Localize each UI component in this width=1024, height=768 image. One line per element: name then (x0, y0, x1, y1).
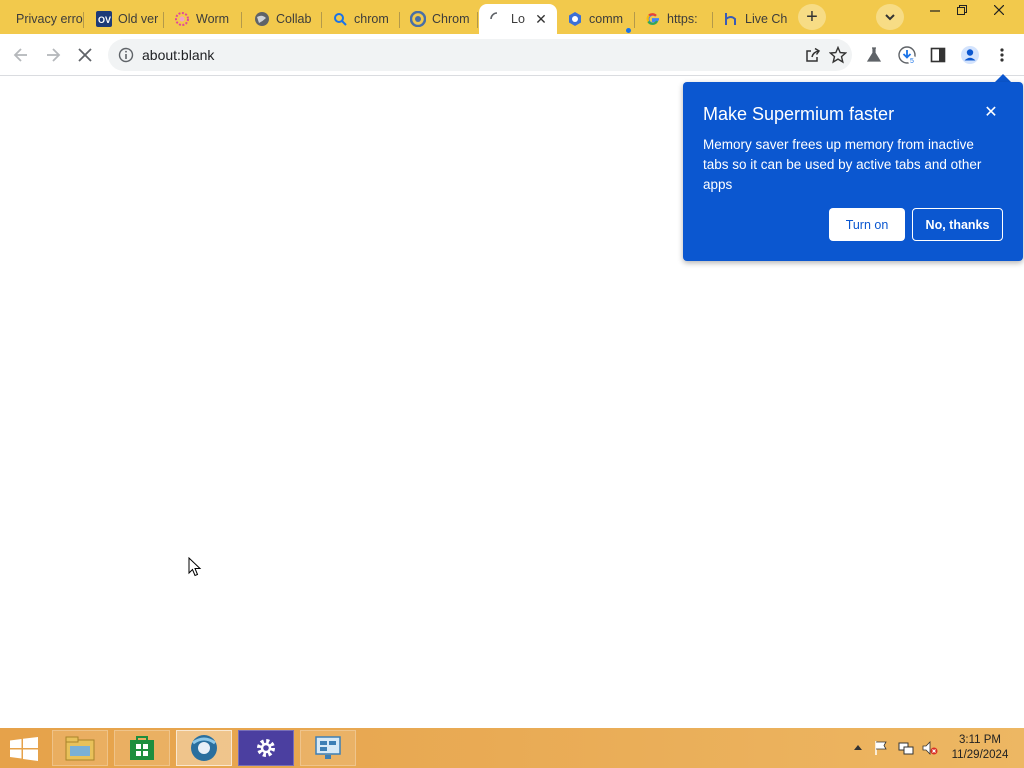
tab-title: Worm (196, 12, 230, 26)
labs-flask-icon[interactable] (864, 45, 884, 65)
tab-search-button[interactable] (876, 4, 904, 30)
clock-time: 3:11 PM (959, 734, 1001, 746)
clock-date: 11/29/2024 (951, 749, 1009, 761)
tab-chrom-search[interactable]: chrom (322, 4, 400, 34)
action-center-flag-icon[interactable] (873, 740, 889, 756)
minimize-icon (930, 10, 940, 12)
windows-taskbar: 3:11 PM 11/29/2024 (0, 728, 1024, 768)
stop-loading-button[interactable] (72, 42, 98, 68)
tab-old-version[interactable]: OV Old ver (86, 4, 164, 34)
tab-loading-active[interactable]: Lo ✕ (479, 4, 557, 34)
tab-chromium[interactable]: Chrom (400, 4, 478, 34)
tab-comm[interactable]: comm (557, 4, 635, 34)
flower-icon (174, 11, 190, 27)
tab-title: comm (589, 12, 624, 26)
turn-on-button[interactable]: Turn on (829, 208, 905, 241)
windows-start-icon[interactable] (10, 737, 38, 761)
no-thanks-button[interactable]: No, thanks (912, 208, 1003, 241)
taskbar-remote-desktop[interactable] (300, 730, 356, 766)
ov-icon: OV (96, 11, 112, 27)
profile-avatar-icon[interactable] (960, 45, 980, 65)
menu-kebab-icon[interactable] (992, 45, 1012, 65)
svg-text:5: 5 (910, 58, 914, 65)
back-button[interactable] (8, 42, 34, 68)
tab-title: chrom (354, 12, 389, 26)
side-panel-icon[interactable] (928, 45, 948, 65)
tab-separator (83, 12, 84, 28)
tab-title: Live Ch (745, 12, 788, 26)
popup-arrow (995, 74, 1011, 82)
share-icon[interactable] (804, 46, 822, 64)
globe-icon (254, 11, 270, 27)
tab-title: Old ver (118, 12, 159, 26)
back-arrow-icon (13, 48, 27, 62)
mouse-cursor-icon (188, 557, 202, 577)
volume-muted-icon[interactable] (922, 740, 938, 756)
taskbar-settings[interactable] (238, 730, 294, 766)
tab-close-icon[interactable]: ✕ (533, 11, 549, 27)
url-text[interactable]: about:blank (142, 47, 214, 63)
h-icon (723, 11, 739, 27)
taskbar-file-explorer[interactable] (52, 730, 108, 766)
bookmark-star-icon[interactable] (829, 46, 847, 64)
chromium-icon (410, 11, 426, 27)
restore-button[interactable] (945, 0, 979, 20)
tab-title: Lo (511, 12, 525, 26)
stop-icon (78, 48, 92, 62)
info-icon[interactable] (118, 47, 134, 63)
popup-description: Memory saver frees up memory from inacti… (703, 137, 982, 192)
memory-saver-popup: Make Supermium faster ✕ Memory saver fre… (683, 82, 1023, 261)
tab-title: Chrom (432, 12, 470, 26)
forward-arrow-icon (47, 48, 61, 62)
show-hidden-icons-chevron-icon[interactable] (850, 740, 866, 756)
tab-strip: Privacy erro OV Old ver Worm Collab chro… (0, 0, 1024, 34)
tab-worm[interactable]: Worm (164, 4, 242, 34)
tab-collab[interactable]: Collab (244, 4, 322, 34)
close-window-button[interactable] (982, 0, 1016, 20)
popup-title: Make Supermium faster (703, 104, 895, 124)
close-icon (994, 5, 1004, 15)
download-icon[interactable]: 5 (897, 45, 917, 65)
remote-desktop-icon (315, 736, 341, 759)
tab-title: Collab (276, 12, 312, 26)
forward-button[interactable] (40, 42, 66, 68)
google-icon (645, 11, 661, 27)
taskbar-supermium[interactable] (176, 730, 232, 766)
network-icon[interactable] (898, 740, 914, 756)
tab-title: Privacy erro (16, 12, 83, 26)
tab-separator (477, 12, 478, 28)
search-icon (332, 11, 348, 27)
svg-text:OV: OV (98, 15, 111, 25)
gear-icon (257, 739, 275, 757)
tab-privacy-error[interactable]: Privacy erro (6, 4, 84, 34)
taskbar-clock[interactable]: 3:11 PM 11/29/2024 (946, 733, 1014, 763)
tab-separator (241, 12, 242, 28)
new-tab-button[interactable]: + (798, 4, 826, 30)
tab-https[interactable]: https: (635, 4, 713, 34)
loading-icon (489, 11, 505, 27)
folder-icon (65, 736, 95, 761)
chevron-down-icon (885, 14, 895, 21)
tab-attention-dot (626, 28, 631, 33)
restore-icon (957, 5, 967, 15)
store-icon (130, 736, 154, 760)
chrome-dev-icon (567, 11, 583, 27)
taskbar-store[interactable] (114, 730, 170, 766)
plus-icon: + (806, 5, 818, 28)
tab-live-chat[interactable]: Live Ch (713, 4, 791, 34)
browser-toolbar: about:blank 5 (0, 34, 1024, 76)
close-icon[interactable]: ✕ (983, 104, 999, 121)
supermium-browser-icon (191, 735, 217, 761)
address-bar[interactable]: about:blank (108, 39, 852, 71)
tab-title: https: (667, 12, 698, 26)
